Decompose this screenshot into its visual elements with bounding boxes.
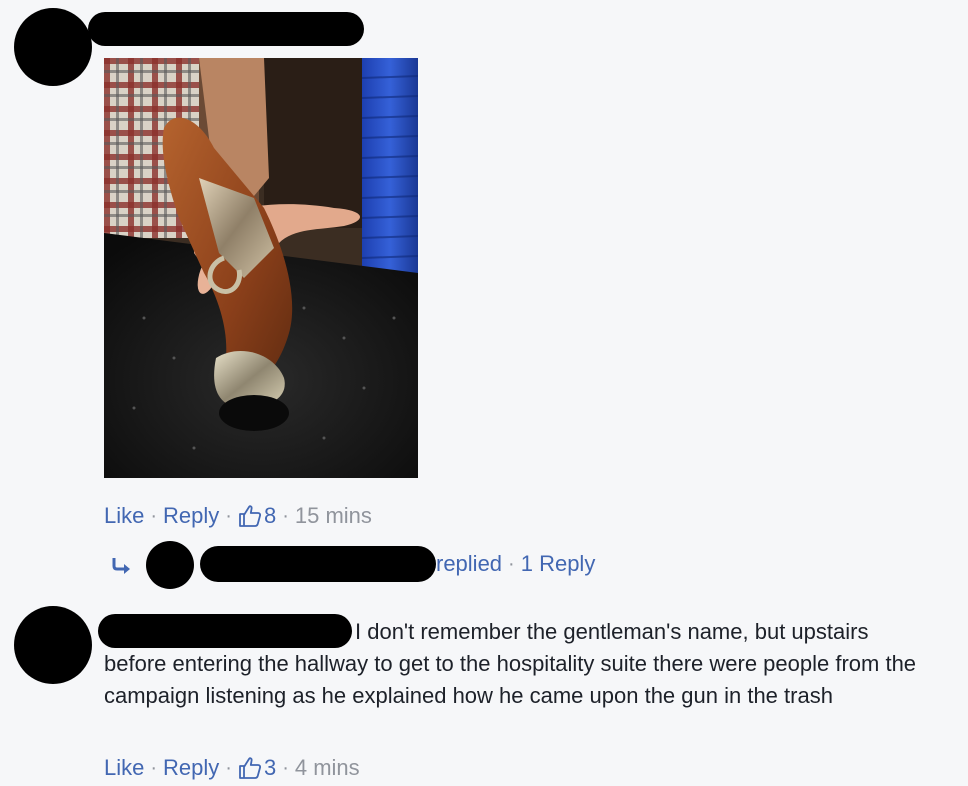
reply-arrow-icon (110, 556, 134, 576)
separator-dot: · (150, 504, 158, 527)
comment-2-text-line1: I don't remember the gentleman's name, b… (355, 619, 869, 644)
comment-1-like-count[interactable]: 8 (264, 503, 276, 529)
comment-2-like-count[interactable]: 3 (264, 755, 276, 781)
separator-dot: · (225, 756, 232, 779)
separator-dot: · (225, 504, 232, 527)
comment-2-reply-link[interactable]: Reply (163, 755, 219, 781)
reply-summary[interactable]: replied · 1 Reply (436, 550, 595, 578)
flintlock-pistol-photo (104, 58, 418, 478)
commenter-2-name-redacted[interactable] (98, 614, 352, 648)
replier-name-redacted[interactable] (200, 546, 436, 582)
replier-avatar[interactable] (146, 541, 194, 589)
commenter-1-avatar[interactable] (14, 8, 92, 86)
separator-dot: · (508, 552, 515, 575)
separator-dot: · (282, 504, 289, 527)
comment-2-like-link[interactable]: Like (104, 755, 144, 781)
replied-label[interactable]: replied (436, 551, 502, 577)
commenter-2-avatar[interactable] (14, 606, 92, 684)
separator-dot: · (282, 756, 289, 779)
commenter-1-name-redacted[interactable] (88, 12, 364, 46)
separator-dot: · (150, 756, 158, 779)
like-thumbs-up-icon[interactable] (238, 756, 262, 780)
comment-2-timestamp[interactable]: 4 mins (295, 755, 360, 781)
comment-2-actions: Like · Reply · 3 · 4 mins (104, 754, 360, 782)
comment-1-actions: Like · Reply · 8 · 15 mins (104, 502, 372, 530)
comment-1-timestamp[interactable]: 15 mins (295, 503, 372, 529)
comment-2-text-body: before entering the hallway to get to th… (104, 651, 917, 708)
comment-photo[interactable] (104, 58, 418, 478)
view-replies-link[interactable]: 1 Reply (521, 551, 596, 577)
like-thumbs-up-icon[interactable] (238, 504, 262, 528)
comment-1-reply-link[interactable]: Reply (163, 503, 219, 529)
comment-1-like-link[interactable]: Like (104, 503, 144, 529)
